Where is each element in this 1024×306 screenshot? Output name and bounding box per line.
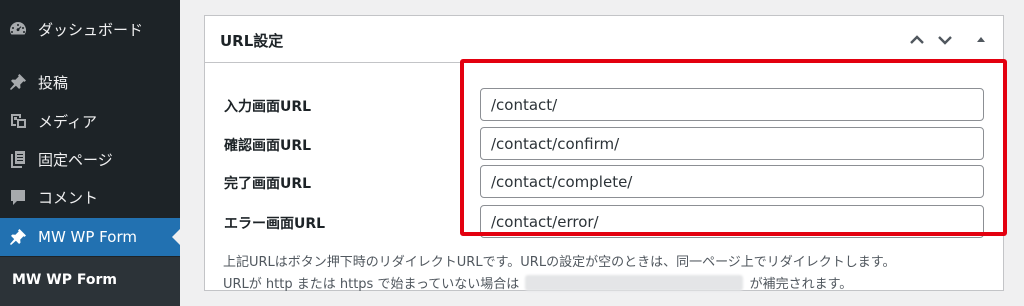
sidebar-item-label: MW WP Form xyxy=(38,228,137,246)
chevron-down-icon[interactable] xyxy=(931,26,959,54)
postbox-title: URL設定 xyxy=(220,32,284,50)
pages-icon xyxy=(0,149,36,169)
sidebar-item-mw-wp-form[interactable]: MW WP Form xyxy=(0,218,180,256)
sidebar-item-label: ダッシュボード xyxy=(38,20,144,39)
description-text: URLが http または https で始まっていない場合は xyxy=(223,277,520,292)
dashboard-icon xyxy=(0,19,36,39)
chevron-up-icon[interactable] xyxy=(903,26,931,54)
field-label-error-url: エラー画面URL xyxy=(224,216,326,232)
submenu-item-mw-wp-form[interactable]: MW WP Form xyxy=(12,272,117,288)
sidebar-item-label: コメント xyxy=(38,188,99,207)
description-line-2: URLが http または https で始まっていない場合は が補完されます。 xyxy=(223,273,852,292)
complete-url-field[interactable] xyxy=(480,165,984,198)
sidebar-item-posts[interactable]: 投稿 xyxy=(0,63,180,101)
sidebar-item-dashboard[interactable]: ダッシュボード xyxy=(0,10,180,48)
description-text: が補完されます。 xyxy=(749,277,853,292)
confirm-url-field[interactable] xyxy=(480,127,984,160)
media-icon xyxy=(0,111,36,131)
postbox-header: URL設定 xyxy=(205,16,1003,63)
sidebar-item-label: 投稿 xyxy=(38,73,69,92)
pin-icon xyxy=(0,227,36,247)
field-label-complete-url: 完了画面URL xyxy=(224,176,312,192)
field-label-confirm-url: 確認画面URL xyxy=(224,138,312,154)
input-url-field[interactable] xyxy=(480,88,984,121)
sidebar-submenu: MW WP Form xyxy=(0,257,180,306)
admin-sidebar: ダッシュボード 投稿 メディア 固定ページ コメント MW WP Form MW… xyxy=(0,0,180,306)
error-url-field[interactable] xyxy=(480,205,984,238)
sidebar-item-label: 固定ページ xyxy=(38,150,113,169)
triangle-up-icon[interactable] xyxy=(967,26,995,54)
redacted-url xyxy=(525,275,744,291)
sidebar-item-media[interactable]: メディア xyxy=(0,102,180,140)
sidebar-item-pages[interactable]: 固定ページ xyxy=(0,140,180,178)
field-label-input-url: 入力画面URL xyxy=(224,99,312,115)
comment-icon xyxy=(0,187,36,207)
url-settings-postbox: URL設定 入力画面URL 確認画面URL 完了画面URL エラー画面URL 上… xyxy=(204,15,1004,292)
pin-icon xyxy=(0,72,36,92)
sidebar-item-comments[interactable]: コメント xyxy=(0,178,180,216)
sidebar-item-label: メディア xyxy=(38,112,97,131)
description-line-1: 上記URLはボタン押下時のリダイレクトURLです。URLの設定が空のときは、同一… xyxy=(223,255,896,270)
